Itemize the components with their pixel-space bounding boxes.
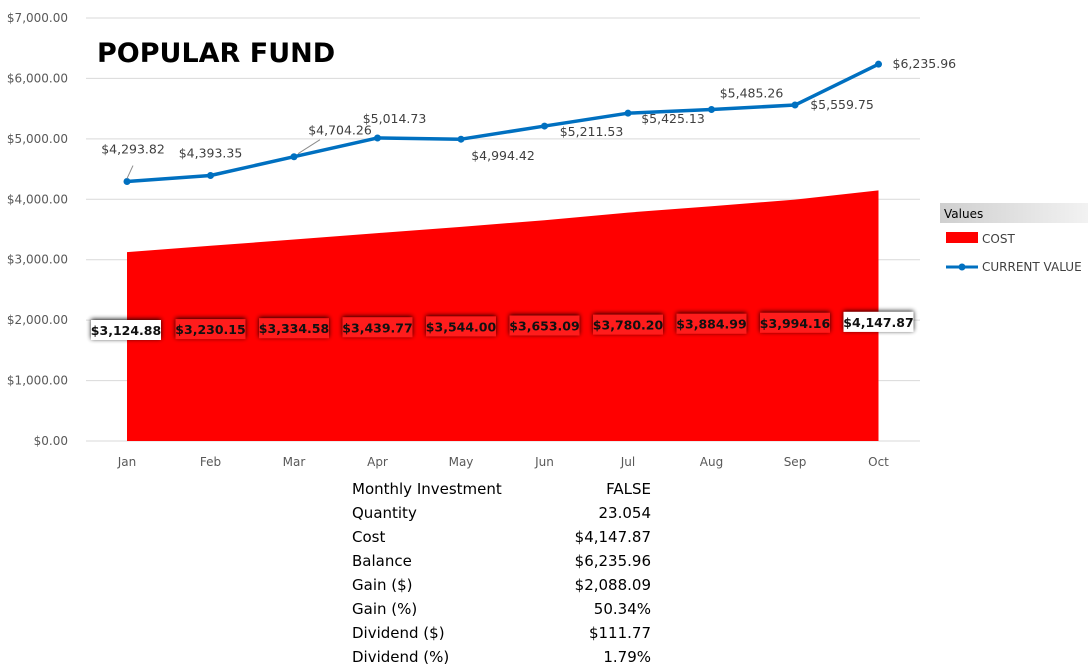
- cost-data-label: $3,884.99: [676, 313, 747, 334]
- summary-label: Monthly Investment: [352, 480, 502, 498]
- current-value-data-labels: $4,293.82 $4,393.35$4,704.26$5,014.73$4,9…: [101, 56, 957, 179]
- cost-data-label: $3,653.09: [509, 315, 580, 336]
- current-value-data-label: $6,235.96: [893, 56, 957, 71]
- summary-value: 1.79%: [603, 648, 651, 666]
- fund-summary-table: Monthly Investment FALSE Quantity 23.054 Cos…: [352, 477, 651, 669]
- summary-row: Monthly Investment FALSE: [352, 477, 651, 501]
- current-value-line[interactable]: [126, 62, 880, 184]
- current-value-data-label: $4,293.82: [101, 142, 165, 157]
- x-tick-label: Jan: [117, 455, 137, 469]
- x-tick-label: Oct: [868, 455, 889, 469]
- cost-label-text: $3,230.15: [175, 322, 245, 337]
- cost-label-text: $3,439.77: [342, 320, 412, 335]
- current-value-point[interactable]: [374, 134, 381, 142]
- cost-data-label: $3,780.20: [593, 314, 664, 335]
- cost-label-text: $3,334.58: [259, 321, 329, 336]
- summary-value: $6,235.96: [574, 552, 651, 570]
- summary-label: Dividend (%): [352, 648, 450, 666]
- current-value-data-label: $4,994.42: [471, 148, 535, 163]
- x-tick-label: Feb: [200, 455, 221, 469]
- x-tick-label: Apr: [367, 455, 388, 469]
- x-tick-label: Jun: [534, 455, 554, 469]
- fund-chart: $0.00 $1,000.00 $2,000.00 $3,000.00 $4,000.0…: [7, 11, 1088, 469]
- y-tick-label: $7,000.00: [7, 11, 68, 25]
- y-tick-label: $5,000.00: [7, 132, 68, 146]
- y-tick-label: $0.00: [34, 434, 68, 448]
- summary-label: Dividend ($): [352, 624, 445, 642]
- current-value-point[interactable]: [457, 135, 465, 143]
- current-value-point[interactable]: [875, 60, 882, 68]
- cost-data-label: $3,230.15: [175, 319, 246, 340]
- current-value-line-series: [123, 60, 882, 186]
- y-tick-label: $4,000.00: [7, 192, 68, 206]
- current-value-data-label: $5,485.26: [720, 86, 784, 101]
- legend[interactable]: Values COST CURRENT VALUE: [940, 203, 1088, 274]
- cost-data-label: $4,147.87: [843, 311, 914, 332]
- summary-row: Gain (%) 50.34%: [352, 597, 651, 621]
- current-value-point[interactable]: [624, 109, 632, 117]
- summary-value: 50.34%: [593, 600, 651, 618]
- cost-label-text: $3,780.20: [593, 318, 664, 333]
- leader-line: [126, 165, 134, 179]
- cost-data-label: $3,334.58: [259, 318, 329, 339]
- cost-label-text: $3,124.88: [91, 323, 161, 338]
- summary-row: Balance $6,235.96: [352, 549, 651, 573]
- cost-label-text: $3,994.16: [760, 316, 831, 331]
- current-value-point[interactable]: [207, 172, 214, 180]
- x-tick-label: Mar: [283, 455, 306, 469]
- x-tick-label: Jul: [620, 455, 635, 469]
- summary-label: Quantity: [352, 504, 417, 522]
- current-value-point[interactable]: [541, 122, 548, 130]
- summary-value: 23.054: [598, 504, 652, 522]
- summary-row: Cost $4,147.87: [352, 525, 651, 549]
- summary-label: Gain (%): [352, 600, 418, 618]
- y-tick-label: $1,000.00: [7, 374, 68, 388]
- summary-value: $111.77: [588, 624, 651, 642]
- y-axis-ticks: $0.00 $1,000.00 $2,000.00 $3,000.00 $4,000.0…: [7, 11, 68, 448]
- current-value-data-label: $5,014.73: [363, 111, 427, 126]
- current-value-point[interactable]: [123, 178, 131, 186]
- current-value-data-label: $4,393.35: [179, 146, 243, 161]
- summary-label: Gain ($): [352, 576, 413, 594]
- chart-title: POPULAR FUND: [97, 38, 335, 69]
- y-tick-label: $3,000.00: [7, 253, 68, 267]
- cost-data-label: $3,439.77: [342, 317, 413, 338]
- summary-value: $4,147.87: [574, 528, 651, 546]
- summary-row: Dividend (%) 1.79%: [352, 645, 651, 669]
- summary-value: $2,088.09: [574, 576, 651, 594]
- y-tick-label: $6,000.00: [7, 71, 68, 85]
- summary-row: Gain ($) $2,088.09: [352, 573, 651, 597]
- cost-label-text: $3,884.99: [676, 317, 746, 332]
- cost-label-text: $3,544.00: [426, 319, 497, 334]
- current-value-data-label: $5,559.75: [810, 97, 874, 112]
- legend-label-cost: COST: [982, 232, 1015, 246]
- current-value-point[interactable]: [791, 101, 799, 109]
- x-tick-label: Sep: [784, 455, 807, 469]
- summary-label: Balance: [352, 552, 412, 570]
- summary-value: FALSE: [606, 480, 651, 498]
- legend-label-current-value: CURRENT VALUE: [982, 260, 1082, 274]
- cost-data-label: $3,124.88: [91, 320, 161, 340]
- cost-label-text: $3,653.09: [509, 319, 579, 334]
- legend-swatch-current-value-marker: [958, 263, 966, 271]
- x-axis-ticks: Jan Feb Mar Apr May Jun Jul Aug Sep Oct: [117, 455, 889, 469]
- legend-title: Values: [944, 207, 983, 221]
- summary-row: Dividend ($) $111.77: [352, 621, 651, 645]
- y-tick-label: $2,000.00: [7, 313, 68, 327]
- x-tick-label: May: [449, 455, 474, 469]
- current-value-data-label: $5,425.13: [641, 111, 705, 126]
- current-value-data-label: $5,211.53: [560, 124, 624, 139]
- cost-data-label: $3,994.16: [760, 312, 831, 333]
- current-value-point[interactable]: [290, 153, 298, 161]
- cost-data-label: $3,544.00: [426, 316, 497, 337]
- summary-label: Cost: [352, 528, 386, 546]
- cost-label-text: $4,147.87: [843, 315, 913, 330]
- legend-swatch-cost: [946, 232, 978, 243]
- summary-row: Quantity 23.054: [352, 501, 651, 525]
- current-value-point[interactable]: [708, 106, 715, 114]
- x-tick-label: Aug: [700, 455, 723, 469]
